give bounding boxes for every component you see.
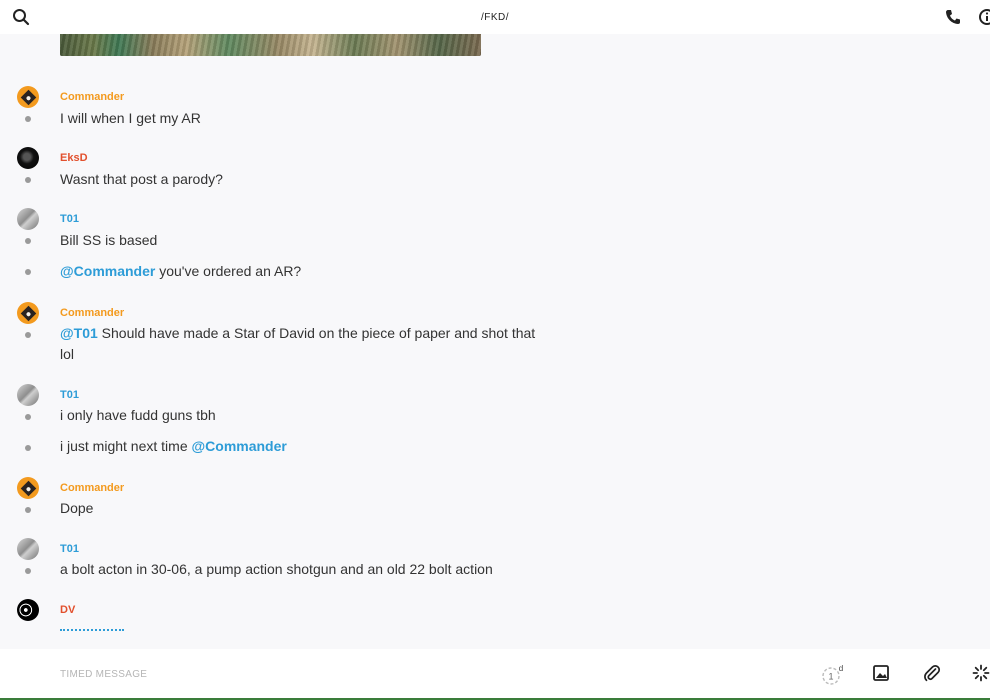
message-text: i only have fudd guns tbh xyxy=(60,407,216,423)
sender-name[interactable]: T01 xyxy=(60,213,79,225)
status-dot-icon xyxy=(25,238,31,244)
avatar[interactable] xyxy=(17,147,39,169)
shared-image[interactable] xyxy=(60,34,481,56)
message-text: a bolt acton in 30-06, a pump action sho… xyxy=(60,561,493,577)
message-list[interactable]: Commander I will when I get my AR EksD W… xyxy=(0,34,990,649)
avatar[interactable] xyxy=(17,86,39,108)
status-dot-icon xyxy=(25,445,31,451)
avatar[interactable] xyxy=(17,538,39,560)
sender-name[interactable]: T01 xyxy=(60,543,79,555)
timer-unit: d xyxy=(839,664,843,673)
avatar[interactable] xyxy=(17,384,39,406)
timer-icon[interactable]: 1 d xyxy=(822,664,844,686)
sender-name[interactable]: Commander xyxy=(60,482,124,494)
timer-value: 1 xyxy=(828,672,833,682)
message-text: @T01 Should have made a Star of David on… xyxy=(60,323,550,365)
status-dot-icon xyxy=(25,269,31,275)
ping-icon[interactable] xyxy=(972,664,990,682)
status-dot-icon xyxy=(25,507,31,513)
message-text-fragment: you've ordered an AR? xyxy=(155,263,302,279)
sender-name[interactable]: EksD xyxy=(60,152,88,164)
avatar[interactable] xyxy=(17,302,39,324)
phone-icon[interactable] xyxy=(944,8,962,26)
message-text: Wasnt that post a parody? xyxy=(60,171,223,187)
sender-name[interactable]: Commander xyxy=(60,307,124,319)
message-text-fragment: i just might next time xyxy=(60,438,192,454)
mention-link[interactable]: @Commander xyxy=(192,438,287,454)
info-icon[interactable] xyxy=(978,8,990,26)
message-composer: 1 d xyxy=(0,649,990,700)
image-icon[interactable] xyxy=(872,664,890,682)
avatar[interactable] xyxy=(17,477,39,499)
avatar[interactable] xyxy=(17,599,39,621)
paperclip-icon[interactable] xyxy=(923,664,941,682)
status-dot-icon xyxy=(25,177,31,183)
status-dot-icon xyxy=(25,116,31,122)
message-text: Bill SS is based xyxy=(60,232,158,248)
message-text: i just might next time @Commander xyxy=(60,436,550,457)
message-text: @Commander you've ordered an AR? xyxy=(60,261,550,282)
message-text: Dope xyxy=(60,500,94,516)
search-icon[interactable] xyxy=(12,8,30,26)
status-dot-icon xyxy=(25,414,31,420)
conversation-header: /FKD/ xyxy=(0,0,990,34)
sender-name[interactable]: DV xyxy=(60,604,75,616)
mention-link[interactable]: @T01 xyxy=(60,325,98,341)
sender-name[interactable]: T01 xyxy=(60,389,79,401)
status-dot-icon xyxy=(25,332,31,338)
mention-link[interactable]: @Commander xyxy=(60,263,155,279)
typing-indicator xyxy=(60,625,124,631)
message-text-fragment: Should have made a Star of David on the … xyxy=(60,325,536,362)
message-text: I will when I get my AR xyxy=(60,110,201,126)
message-input[interactable] xyxy=(60,663,760,685)
sender-name[interactable]: Commander xyxy=(60,91,124,103)
status-dot-icon xyxy=(25,568,31,574)
conversation-title: /FKD/ xyxy=(480,11,510,23)
avatar[interactable] xyxy=(17,208,39,230)
